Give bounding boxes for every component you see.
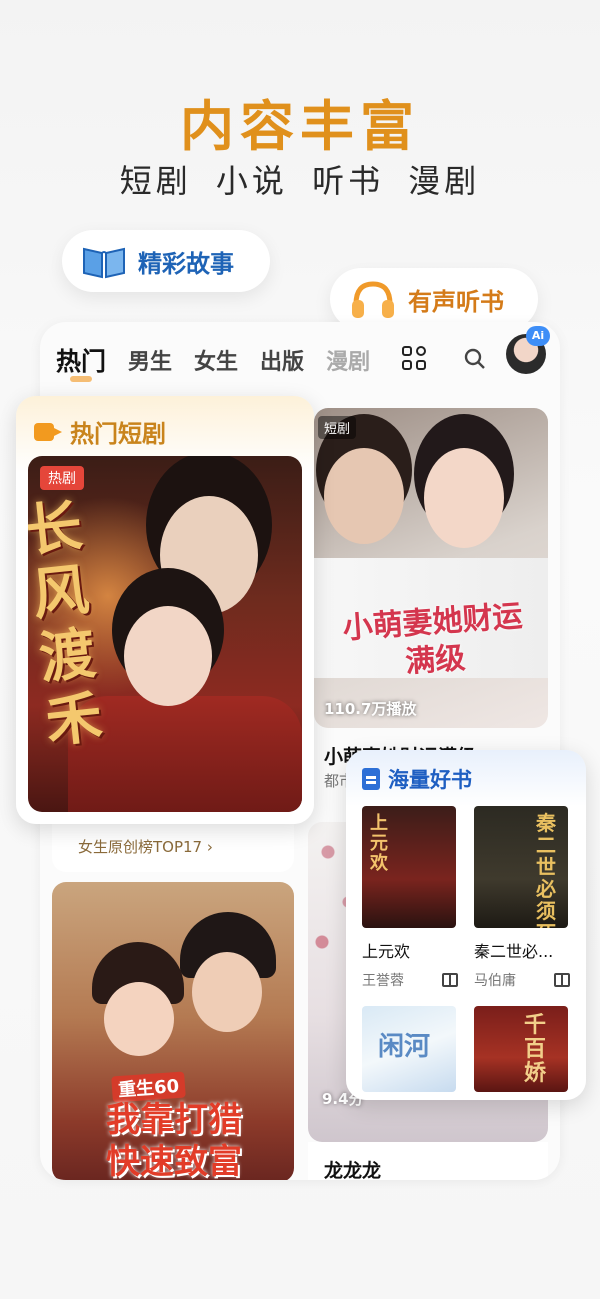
drama-cover[interactable]: 短剧 小萌妻她财运满级 110.7万播放: [314, 408, 548, 728]
book-item[interactable]: 千百娇: [474, 1006, 570, 1092]
book-cover-title: 秦二世必须死: [536, 811, 556, 928]
book-item[interactable]: 上元欢 上元欢 王誉蓉: [362, 806, 458, 990]
book-name[interactable]: 龙龙龙: [324, 1156, 381, 1180]
headphones-icon: [348, 276, 398, 322]
search-icon[interactable]: [464, 348, 486, 370]
read-book-icon[interactable]: [554, 973, 570, 987]
tab-comic[interactable]: 漫剧: [326, 344, 370, 376]
document-icon: [362, 768, 380, 790]
cover-art: [424, 448, 504, 548]
book-author: 马伯庸: [474, 973, 516, 989]
grid-menu-icon[interactable]: [402, 346, 428, 372]
drama-cover-title: 小萌妻她财运满级: [341, 598, 524, 681]
book-cover[interactable]: 秦二世必须死: [474, 806, 568, 928]
hot-drama-title: 热门短剧: [70, 420, 166, 448]
tab-publish[interactable]: 出版: [260, 344, 304, 376]
cover-art: [324, 448, 404, 544]
book-cover-title: 闲河: [378, 1032, 431, 1062]
cover-art: [160, 496, 258, 614]
book-author: 王誉蓉: [362, 973, 404, 989]
cover-promo-tag: 重生60: [111, 1071, 186, 1103]
drama-plays: 110.7万播放: [324, 700, 417, 718]
story-bubble-label: 精彩故事: [138, 249, 234, 278]
book-title[interactable]: 秦二世必...: [474, 938, 570, 962]
hot-drama-panel[interactable]: 热门短剧 长风渡禾 热剧: [16, 396, 314, 824]
cover-art: [124, 606, 212, 706]
cover-art: [192, 952, 262, 1032]
cover-promo-line2: 快速致富: [106, 1142, 242, 1180]
category-tabs: 热门 男生 女生 出版 漫剧: [56, 340, 392, 382]
audio-bubble: 有声听书: [330, 268, 538, 330]
book-cover-hunting[interactable]: 重生60 我靠打猎 快速致富: [52, 882, 294, 1180]
cover-art: [104, 982, 174, 1056]
open-book-icon: [80, 241, 128, 281]
story-bubble: 精彩故事: [62, 230, 270, 292]
book-item[interactable]: 秦二世必须死 秦二世必... 马伯庸: [474, 806, 570, 990]
book-cover[interactable]: 闲河: [362, 1006, 456, 1092]
book-cover-title: 上元欢: [370, 813, 388, 874]
hot-drama-cover[interactable]: 长风渡禾 热剧: [28, 456, 302, 812]
hero-title: 内容丰富: [180, 95, 420, 158]
good-books-panel: 海量好书 上元欢 上元欢 王誉蓉 秦二世必须死 秦二世必... 马伯庸 闲河 千…: [346, 750, 586, 1100]
book-title[interactable]: 上元欢: [362, 938, 458, 962]
tab-male[interactable]: 男生: [128, 344, 172, 376]
drama-badge: 短剧: [318, 416, 357, 439]
book-cover[interactable]: 千百娇: [474, 1006, 568, 1092]
rank-text[interactable]: 女生原创榜TOP17 ›: [78, 836, 213, 857]
audio-bubble-label: 有声听书: [408, 287, 504, 316]
tab-female[interactable]: 女生: [194, 344, 238, 376]
hot-badge: 热剧: [40, 466, 84, 490]
tab-hot[interactable]: 热门: [56, 342, 106, 382]
book-item[interactable]: 闲河: [362, 1006, 458, 1092]
video-camera-icon: [34, 421, 62, 443]
ai-badge: Ai: [526, 326, 550, 346]
book-cover[interactable]: 上元欢: [362, 806, 456, 928]
book-cover-title: 千百娇: [524, 1013, 547, 1086]
hero-subtitle: 短剧 小说 听书 漫剧: [119, 162, 481, 200]
good-books-title: 海量好书: [388, 768, 472, 792]
read-book-icon[interactable]: [442, 973, 458, 987]
